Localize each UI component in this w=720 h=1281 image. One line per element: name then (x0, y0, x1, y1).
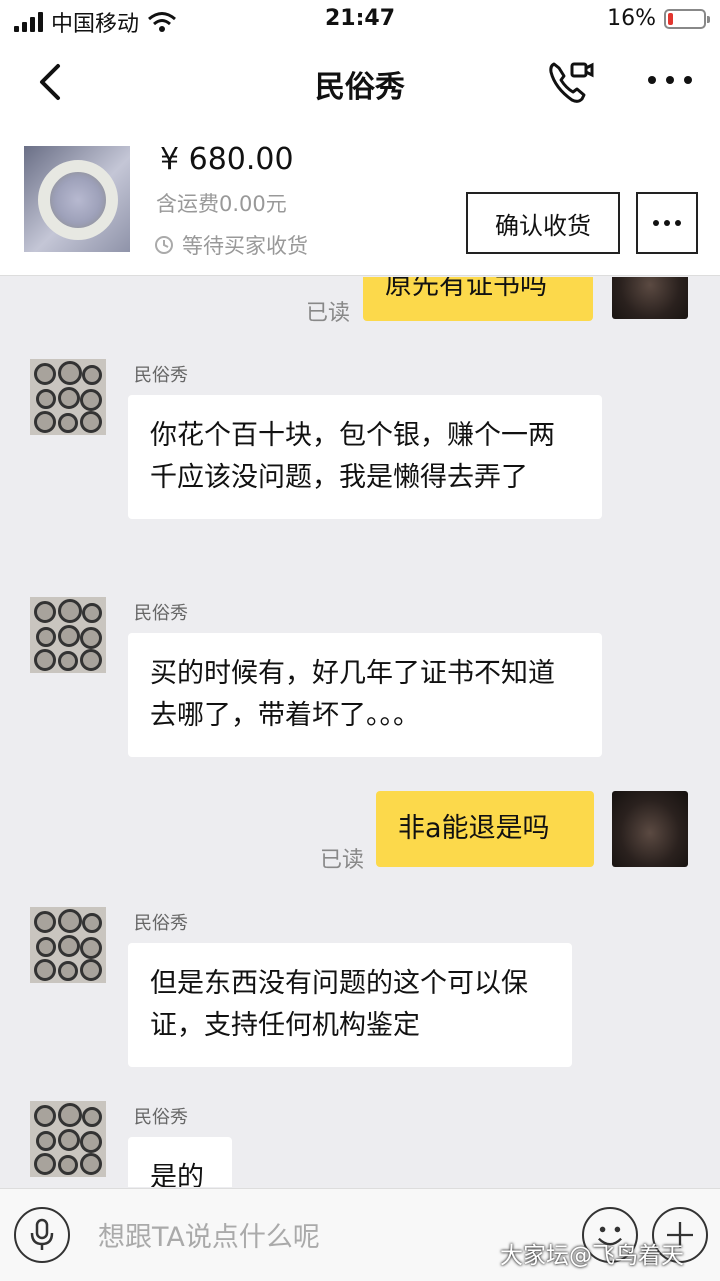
seller-avatar[interactable] (30, 597, 106, 673)
clock-icon (155, 236, 173, 254)
message-bubble[interactable]: 原先有证书吗 (363, 277, 593, 321)
watermark-text: 大家坛@飞鸟着天 (500, 1243, 684, 1269)
my-avatar[interactable] (612, 791, 688, 867)
sender-name: 民俗秀 (134, 913, 188, 934)
chat-area[interactable]: 原先有证书吗 已读 民俗秀 你花个百十块，包个银，赚个一两千应该没问题，我是懒得… (0, 277, 720, 1187)
my-avatar[interactable] (612, 277, 688, 319)
seller-avatar[interactable] (30, 359, 106, 435)
message-bubble[interactable]: 买的时候有，好几年了证书不知道去哪了，带着坏了。。。 (128, 633, 602, 757)
message-text: 是的 (150, 1162, 204, 1187)
read-receipt: 已读 (320, 848, 365, 873)
message-text: 原先有证书吗 (385, 277, 547, 301)
voice-input-button[interactable] (14, 1207, 70, 1263)
read-receipt: 已读 (306, 301, 351, 326)
message-input[interactable]: 想跟TA说点什么呢 (98, 1215, 320, 1254)
phone-call-icon[interactable] (546, 58, 594, 106)
message-bubble[interactable]: 是的 (128, 1137, 232, 1187)
message-bubble[interactable]: 你花个百十块，包个银，赚个一两千应该没问题，我是懒得去弄了 (128, 395, 602, 519)
message-bubble[interactable]: 但是东西没有问题的这个可以保证，支持任何机构鉴定 (128, 943, 572, 1067)
message-text: 买的时候有，好几年了证书不知道去哪了，带着坏了。。。 (150, 658, 555, 731)
shipping-fee: 含运费0.00元 (156, 192, 287, 216)
message-text: 你花个百十块，包个银，赚个一两千应该没问题，我是懒得去弄了 (150, 420, 555, 493)
sender-name: 民俗秀 (134, 1107, 188, 1128)
status-bar: 中国移动 21:47 16% (0, 0, 720, 40)
seller-avatar[interactable] (30, 1101, 106, 1177)
message-text: 但是东西没有问题的这个可以保证，支持任何机构鉴定 (150, 968, 528, 1041)
order-more-button[interactable] (636, 192, 698, 254)
message-bubble[interactable]: 非a能退是吗 (376, 791, 594, 867)
order-status-label: 等待买家收货 (182, 234, 308, 258)
more-options-icon[interactable] (648, 70, 692, 90)
product-card: ¥ 680.00 含运费0.00元 等待买家收货 确认收货 (0, 126, 720, 276)
product-price: ¥ 680.00 (160, 142, 294, 177)
sender-name: 民俗秀 (134, 365, 188, 386)
product-thumbnail[interactable] (24, 146, 130, 252)
sender-name: 民俗秀 (134, 603, 188, 624)
battery-icon (664, 8, 710, 29)
confirm-receipt-button[interactable]: 确认收货 (466, 192, 620, 254)
battery-percent: 16% (607, 6, 656, 31)
page-title: 民俗秀 (315, 70, 405, 105)
seller-avatar[interactable] (30, 907, 106, 983)
message-text: 非a能退是吗 (398, 813, 550, 844)
order-status: 等待买家收货 (154, 230, 308, 260)
microphone-icon (30, 1218, 54, 1250)
navigation-bar: 民俗秀 (0, 40, 720, 126)
